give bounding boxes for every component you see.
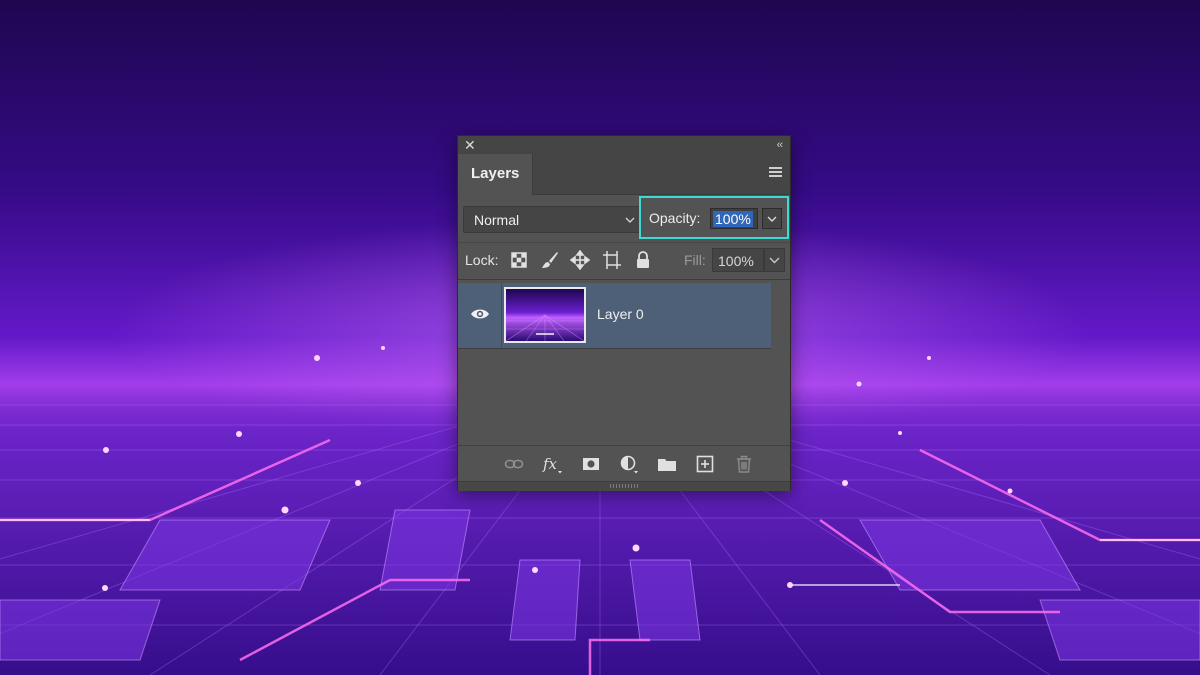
panel-title-bar: ✕ ‹‹ [458,136,790,154]
lock-label: Lock: [465,252,499,268]
chevron-down-icon [767,216,777,222]
resize-grip-icon [610,484,638,488]
fill-value: 100% [718,253,754,269]
layers-panel: ✕ ‹‹ Layers Normal Opacity: 100% Lock: F… [457,135,791,491]
fill-slider-toggle[interactable] [764,248,785,272]
lock-all-icon[interactable] [633,250,653,270]
opacity-value: 100% [713,211,753,227]
chevron-down-icon [625,217,635,223]
double-chevron-left-icon[interactable]: ‹‹ [777,137,783,153]
layers-bottom-toolbar: fx [458,445,790,482]
new-layer-icon[interactable] [695,454,715,474]
delete-icon[interactable] [734,454,754,474]
panel-resize-bar[interactable] [458,481,790,491]
opacity-slider-toggle[interactable] [762,208,782,229]
fx-icon[interactable]: fx [542,454,562,474]
lock-transparent-pixels-icon[interactable] [509,250,529,270]
chevron-down-icon [769,257,780,264]
lock-image-pixels-icon[interactable] [540,250,560,270]
blend-mode-value: Normal [474,212,520,228]
new-group-icon[interactable] [657,454,677,474]
lock-row: Lock: Fill: 100% [458,242,790,279]
adjustment-layer-icon[interactable] [619,454,639,474]
layers-list: Layer 0 [458,279,790,446]
panel-tab-row: Layers [458,154,790,195]
svg-text:fx: fx [542,455,558,473]
tab-layers[interactable]: Layers [458,154,533,195]
opacity-control: Opacity: 100% [639,196,789,239]
opacity-label: Opacity: [649,210,701,226]
layer-row[interactable]: Layer 0 [458,283,771,349]
layer-divider [501,283,502,348]
lock-artboard-icon[interactable] [602,250,622,270]
visibility-eye-icon[interactable] [470,307,490,321]
lock-position-icon[interactable] [570,250,590,270]
layer-thumbnail [504,287,586,343]
blend-mode-dropdown[interactable]: Normal [463,206,641,233]
fill-label: Fill: [684,252,706,268]
fill-input[interactable]: 100% [712,248,764,272]
tab-layers-label: Layers [471,165,520,182]
opacity-input[interactable]: 100% [710,208,758,229]
panel-menu-icon[interactable] [769,167,782,179]
link-layers-icon[interactable] [504,454,524,474]
close-icon[interactable]: ✕ [464,137,476,153]
layer-mask-icon[interactable] [581,454,601,474]
layer-name: Layer 0 [597,306,644,322]
